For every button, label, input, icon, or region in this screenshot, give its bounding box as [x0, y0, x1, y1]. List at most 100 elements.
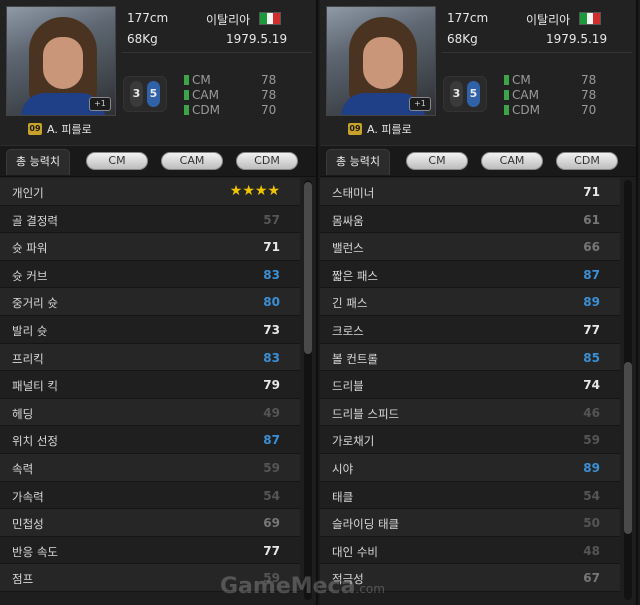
stat-list: 스태미너 71 몸싸움 61 밸런스 66 짧은 패스 87 긴 패스 89 크로스 77 볼 컨트롤 8… [320, 178, 620, 592]
stat-label: 시야 [332, 461, 354, 476]
stat-row: 반응 속도 77 [0, 536, 300, 565]
stat-row: 민첩성 69 [0, 509, 300, 537]
stat-label: 속력 [12, 461, 34, 476]
stat-label: 골 결정력 [12, 213, 58, 228]
stat-label: 슬라이딩 태클 [332, 517, 400, 532]
stat-value: 69 [263, 516, 280, 531]
stat-label: 개인기 [12, 186, 44, 200]
tab-cam[interactable]: CAM [481, 152, 543, 170]
player-name: A. 피를로 [47, 123, 92, 136]
stat-value: 67 [583, 571, 600, 586]
stat-value: 57 [263, 212, 280, 227]
stat-row: 패널티 킥 79 [0, 371, 300, 399]
tab-total-stats[interactable]: 총 능력치 [326, 149, 390, 175]
scrollbar[interactable] [624, 180, 632, 600]
stat-label: 짧은 패스 [332, 268, 378, 283]
stat-row: 슬라이딩 태클 50 [320, 509, 620, 537]
player-name: A. 피를로 [367, 123, 412, 136]
player-birthdate: 1979.5.19 [226, 32, 288, 46]
stat-label: 발리 슛 [12, 323, 48, 338]
stat-tabs: 총 능력치 CM CAM CDM [0, 145, 316, 177]
tab-total-stats[interactable]: 총 능력치 [6, 149, 70, 175]
divider [122, 52, 312, 53]
tab-cam[interactable]: CAM [161, 152, 223, 170]
right-foot-icon: 5 [467, 81, 480, 107]
stat-value: 54 [583, 488, 600, 503]
stat-row: 헤딩 49 [0, 398, 300, 427]
stat-label: 중거리 슛 [12, 296, 58, 311]
stat-row: 슛 커브 83 [0, 260, 300, 289]
stat-label: 반응 속도 [12, 544, 58, 559]
player-weight: 68Kg [447, 32, 478, 46]
scrollbar-thumb[interactable] [624, 362, 632, 534]
scrollbar[interactable] [304, 180, 312, 600]
player-header: +1 09 A. 피를로 177cm 68Kg 이탈리아 1979.5.19 3… [0, 0, 316, 145]
stat-value: 87 [263, 433, 280, 448]
stat-row: 태클 54 [320, 481, 620, 510]
stat-value: 54 [263, 488, 280, 503]
stat-row: 중거리 슛 80 [0, 288, 300, 316]
left-foot-icon: 3 [130, 81, 143, 107]
stat-label: 슛 커브 [12, 268, 48, 283]
stat-label: 가로채기 [332, 434, 375, 449]
tab-cm[interactable]: CM [406, 152, 468, 170]
stat-tabs: 총 능력치 CM CAM CDM [320, 145, 636, 177]
stat-label: 크로스 [332, 323, 364, 338]
stat-label: 가속력 [12, 489, 44, 504]
stat-row: 크로스 77 [320, 315, 620, 344]
stat-row: 볼 컨트롤 85 [320, 343, 620, 372]
skill-stars-icon: ★★★★ [229, 183, 280, 199]
stat-value: 61 [583, 212, 600, 227]
stat-label: 스태미너 [332, 186, 375, 200]
right-foot-icon: 5 [147, 81, 160, 107]
stat-row: 짧은 패스 87 [320, 260, 620, 289]
stat-value: 59 [583, 433, 600, 448]
stat-row: 위치 선정 87 [0, 426, 300, 454]
tab-cm[interactable]: CM [86, 152, 148, 170]
stat-value: 48 [583, 543, 600, 558]
italy-flag-icon [259, 12, 281, 25]
stat-row: 밸런스 66 [320, 233, 620, 261]
player-panel-right: +1 09 A. 피를로 177cm 68Kg 이탈리아 1979.5.19 3… [320, 0, 638, 605]
stat-value: 77 [583, 322, 600, 337]
foot-rating: 3 5 [123, 76, 167, 112]
tab-cdm[interactable]: CDM [236, 152, 298, 170]
stat-row: 속력 59 [0, 453, 300, 482]
stat-label: 헤딩 [12, 406, 34, 421]
stat-row: 드리블 스피드 46 [320, 398, 620, 427]
foot-rating: 3 5 [443, 76, 487, 112]
stat-value: 74 [583, 378, 600, 393]
player-birthdate: 1979.5.19 [546, 32, 608, 46]
stat-label: 긴 패스 [332, 296, 368, 311]
player-photo: +1 [326, 6, 436, 116]
stat-value: 71 [583, 185, 600, 199]
stat-label: 밸런스 [332, 241, 364, 256]
divider [442, 52, 632, 53]
stat-row: 프리킥 83 [0, 343, 300, 372]
stat-label: 몸싸움 [332, 213, 364, 228]
stat-value: 89 [583, 460, 600, 475]
stat-label: 대인 수비 [332, 544, 378, 559]
stat-label: 프리킥 [12, 351, 44, 366]
stat-label: 위치 선정 [12, 434, 58, 449]
stat-label: 패널티 킥 [12, 379, 58, 394]
stat-value: 79 [263, 378, 280, 393]
stat-row: 골 결정력 57 [0, 205, 300, 234]
tab-cdm[interactable]: CDM [556, 152, 618, 170]
stat-row: 슛 파워 71 [0, 233, 300, 261]
stat-value: 59 [263, 460, 280, 475]
stat-label: 볼 컨트롤 [332, 351, 378, 366]
player-nation: 이탈리아 [206, 13, 251, 27]
position-dot-icon [184, 105, 189, 115]
player-number-badge: 09 [348, 123, 362, 135]
stat-value: 46 [583, 405, 600, 420]
stat-value: 50 [583, 516, 600, 531]
position-dot-icon [504, 75, 509, 85]
enhance-level-badge: +1 [409, 97, 431, 111]
watermark-logo: GameMeca.com [220, 574, 385, 599]
stat-row: 드리블 74 [320, 371, 620, 399]
stat-value: 66 [583, 240, 600, 255]
scrollbar-thumb[interactable] [304, 182, 312, 354]
stat-row: 몸싸움 61 [320, 205, 620, 234]
stat-list: 개인기 ★★★★ 골 결정력 57 슛 파워 71 슛 커브 83 중거리 슛 80 발리 슛 73 프… [0, 178, 300, 592]
